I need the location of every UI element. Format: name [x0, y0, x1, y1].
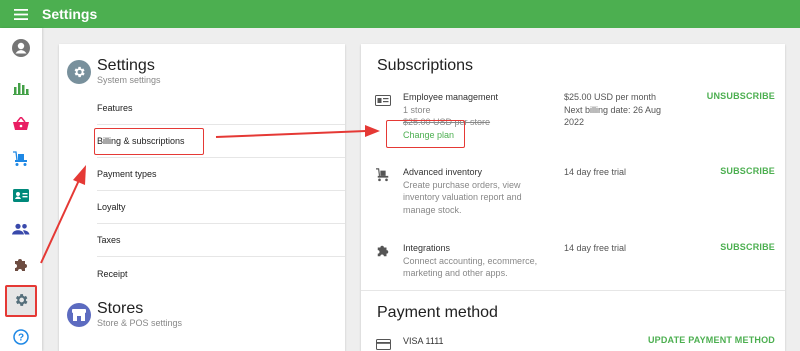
app-bar: Settings — [0, 0, 800, 28]
subscription-name: Integrations — [403, 243, 451, 253]
settings-heading: Settings — [97, 57, 155, 74]
nav-item-loyalty[interactable]: Loyalty — [97, 191, 345, 224]
nav-item-label: Features — [97, 103, 133, 113]
subscription-name: Employee management — [403, 92, 499, 102]
settings-nav-card: Settings System settings Features Billin… — [59, 44, 345, 351]
basket-icon[interactable] — [11, 114, 31, 134]
nav-item-label: Loyalty — [97, 202, 126, 212]
settings-gear-icon — [67, 59, 91, 84]
integrations-icon[interactable] — [11, 255, 31, 275]
subscriptions-title: Subscriptions — [377, 57, 474, 74]
subscription-price-info: $25.00 USD per month Next billing date: … — [564, 91, 674, 129]
subscription-price: $25.00 USD per month — [564, 92, 657, 102]
stores-section-header: Stores Store & POS settings — [67, 300, 182, 329]
update-payment-method-button[interactable]: UPDATE PAYMENT METHOD — [648, 335, 775, 345]
subscription-description: Connect accounting, ecommerce, marketing… — [403, 255, 538, 279]
nav-item-label: Receipt — [97, 268, 128, 279]
employees-icon[interactable] — [11, 219, 31, 239]
card-number: VISA 1111 — [403, 336, 444, 346]
subscriptions-card: Subscriptions Employee management 1 stor… — [361, 44, 785, 351]
store-icon — [67, 302, 91, 327]
nav-item-receipt[interactable]: Receipt — [97, 257, 345, 290]
stores-subheading: Store & POS settings — [97, 318, 183, 328]
customers-card-icon[interactable] — [11, 185, 31, 205]
nav-item-taxes[interactable]: Taxes — [97, 224, 345, 257]
subscription-info: Advanced inventory Create purchase order… — [403, 166, 543, 216]
subscription-store-count: 1 store — [403, 104, 431, 115]
subscription-description: Create purchase orders, view inventory v… — [403, 179, 522, 215]
subscribe-button[interactable]: SUBSCRIBE — [720, 242, 775, 252]
items-icon[interactable] — [11, 149, 31, 169]
id-card-icon — [375, 93, 391, 107]
subscription-trial: 14 day free trial — [564, 243, 627, 253]
reports-icon[interactable] — [11, 78, 31, 98]
menu-icon[interactable] — [0, 0, 42, 28]
billing-highlight-box — [94, 128, 204, 155]
nav-item-label: Taxes — [97, 235, 121, 245]
nav-rail: ? — [0, 28, 42, 351]
help-icon[interactable]: ? — [11, 327, 31, 347]
change-plan-highlight-box — [386, 120, 465, 148]
inventory-cart-icon — [375, 168, 391, 182]
nav-item-features[interactable]: Features — [97, 92, 345, 125]
subscribe-button[interactable]: SUBSCRIBE — [720, 166, 775, 176]
nav-item-label: Payment types — [97, 169, 157, 179]
svg-text:?: ? — [18, 333, 24, 344]
settings-icon[interactable] — [11, 290, 31, 310]
subscription-trial: 14 day free trial — [564, 167, 627, 177]
account-icon[interactable] — [11, 38, 31, 58]
settings-subheading: System settings — [97, 75, 161, 85]
puzzle-icon — [375, 244, 391, 258]
section-divider — [361, 290, 785, 291]
stores-heading: Stores — [97, 300, 144, 317]
unsubscribe-button[interactable]: UNSUBSCRIBE — [707, 91, 775, 101]
subscription-info: Integrations Connect accounting, ecommer… — [403, 242, 543, 280]
subscription-name: Advanced inventory — [403, 167, 483, 177]
credit-card-icon — [375, 337, 391, 351]
settings-section-header: Settings System settings — [67, 57, 161, 86]
payment-method-title: Payment method — [377, 304, 498, 321]
next-billing-date: Next billing date: 26 Aug 2022 — [564, 104, 662, 128]
nav-item-payment-types[interactable]: Payment types — [97, 158, 345, 191]
app-title: Settings — [42, 6, 98, 22]
